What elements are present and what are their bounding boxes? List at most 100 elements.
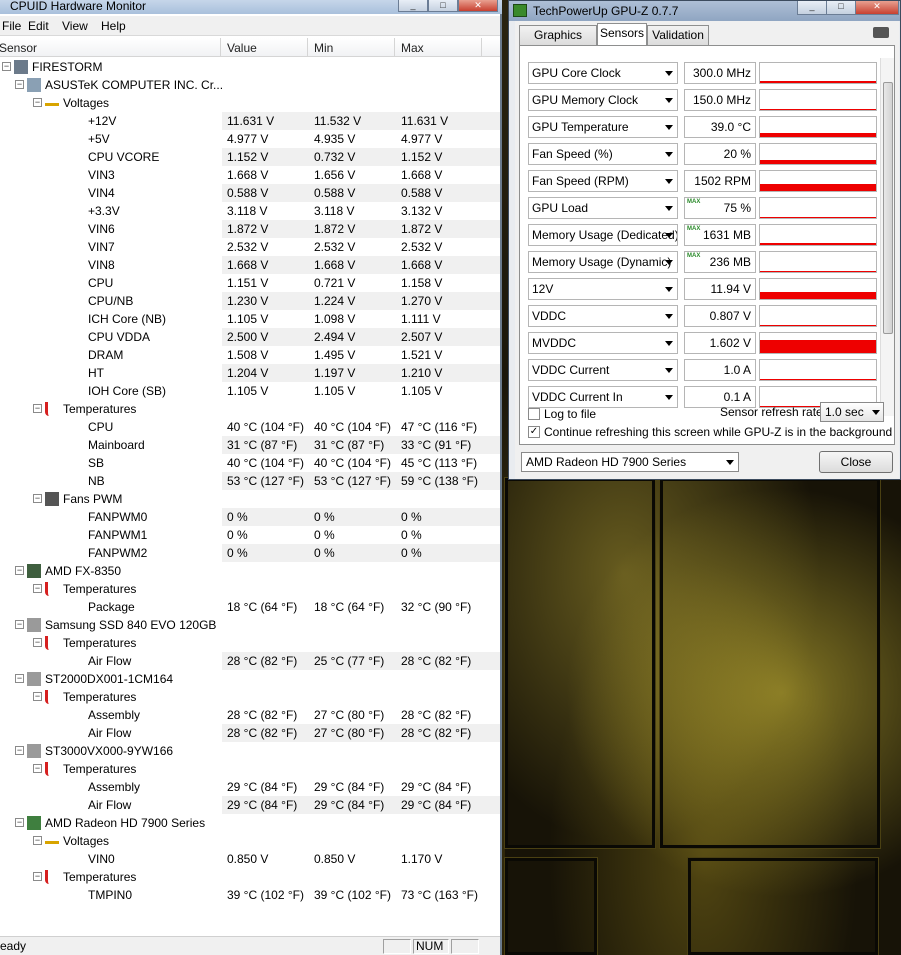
sensor-group-row[interactable]: − Temperatures xyxy=(0,400,500,418)
continue-refresh-checkbox[interactable]: ✓ xyxy=(528,426,540,438)
sensor-name-select[interactable]: Fan Speed (%) xyxy=(528,143,678,165)
sensor-row[interactable]: IOH Core (SB) 1.105 V 1.105 V 1.105 V xyxy=(0,382,500,400)
column-max[interactable]: Max xyxy=(401,41,424,55)
sensor-row[interactable]: DRAM 1.508 V 1.495 V 1.521 V xyxy=(0,346,500,364)
sensor-name-select[interactable]: 12V xyxy=(528,278,678,300)
menu-view[interactable]: View xyxy=(62,19,88,33)
sensor-name-select[interactable]: MVDDC xyxy=(528,332,678,354)
sensor-row[interactable]: Assembly 28 °C (82 °F) 27 °C (80 °F) 28 °C … xyxy=(0,706,500,724)
sensor-name-select[interactable]: Memory Usage (Dedicated) xyxy=(528,224,678,246)
sensor-row[interactable]: NB 53 °C (127 °F) 53 °C (127 °F) 59 °C (138… xyxy=(0,472,500,490)
gpuz-maximize-button[interactable]: □ xyxy=(826,1,856,15)
sensor-group-row[interactable]: − Voltages xyxy=(0,832,500,850)
collapse-toggle-icon[interactable]: − xyxy=(33,584,42,593)
sensor-row[interactable]: VIN8 1.668 V 1.668 V 1.668 V xyxy=(0,256,500,274)
tab-graphics-card[interactable]: Graphics Card xyxy=(519,25,597,60)
sensor-row[interactable]: +5V 4.977 V 4.935 V 4.977 V xyxy=(0,130,500,148)
collapse-toggle-icon[interactable]: − xyxy=(15,80,24,89)
sensor-row[interactable]: +12V 11.631 V 11.532 V 11.631 V xyxy=(0,112,500,130)
sensor-group-row[interactable]: − Temperatures xyxy=(0,634,500,652)
collapse-toggle-icon[interactable]: − xyxy=(33,404,42,413)
tab-validation[interactable]: Validation xyxy=(647,25,709,45)
sensor-name-select[interactable]: GPU Memory Clock xyxy=(528,89,678,111)
sensor-row[interactable]: Mainboard 31 °C (87 °F) 31 °C (87 °F) 33 °C… xyxy=(0,436,500,454)
collapse-toggle-icon[interactable]: − xyxy=(33,872,42,881)
menu-edit[interactable]: Edit xyxy=(28,19,49,33)
gpuz-close-icon[interactable]: ✕ xyxy=(855,1,899,15)
sensor-row[interactable]: Air Flow 28 °C (82 °F) 27 °C (80 °F) 28 °C … xyxy=(0,724,500,742)
collapse-toggle-icon[interactable]: − xyxy=(15,674,24,683)
sensor-name-select[interactable]: Fan Speed (RPM) xyxy=(528,170,678,192)
sensor-row[interactable]: VIN4 0.588 V 0.588 V 0.588 V xyxy=(0,184,500,202)
sensor-row[interactable]: TMPIN0 39 °C (102 °F) 39 °C (102 °F) 73 °C … xyxy=(0,886,500,904)
sensor-row[interactable]: FANPWM0 0 % 0 % 0 % xyxy=(0,508,500,526)
close-button[interactable]: Close xyxy=(819,451,893,473)
gpuz-minimize-button[interactable]: _ xyxy=(797,1,827,15)
sensor-row[interactable]: CPU 1.151 V 0.721 V 1.158 V xyxy=(0,274,500,292)
collapse-toggle-icon[interactable]: − xyxy=(33,638,42,647)
sensor-row[interactable]: VIN6 1.872 V 1.872 V 1.872 V xyxy=(0,220,500,238)
sensor-row[interactable]: SB 40 °C (104 °F) 40 °C (104 °F) 45 °C (113… xyxy=(0,454,500,472)
refresh-rate-select[interactable]: 1.0 sec xyxy=(820,402,884,422)
scrollbar-thumb[interactable] xyxy=(883,82,893,334)
sensor-tree[interactable]: − FIRESTORM − ASUSTeK COMPUTER INC. Cr... − V… xyxy=(0,58,500,908)
sensor-name-select[interactable]: Memory Usage (Dynamic) xyxy=(528,251,678,273)
collapse-toggle-icon[interactable]: − xyxy=(33,692,42,701)
camera-icon[interactable] xyxy=(873,27,889,38)
log-to-file-checkbox[interactable] xyxy=(528,408,540,420)
sensor-scrollbar[interactable] xyxy=(880,58,894,416)
collapse-toggle-icon[interactable]: − xyxy=(15,746,24,755)
collapse-toggle-icon[interactable]: − xyxy=(33,494,42,503)
sensor-name-select[interactable]: GPU Load xyxy=(528,197,678,219)
sensor-row[interactable]: VIN7 2.532 V 2.532 V 2.532 V xyxy=(0,238,500,256)
sensor-name-select[interactable]: VDDC Current In xyxy=(528,386,678,408)
sensor-group-row[interactable]: − Temperatures xyxy=(0,688,500,706)
device-row[interactable]: − Samsung SSD 840 EVO 120GB xyxy=(0,616,500,634)
sensor-group-row[interactable]: − Temperatures xyxy=(0,580,500,598)
sensor-row[interactable]: ICH Core (NB) 1.105 V 1.098 V 1.111 V xyxy=(0,310,500,328)
sensor-row[interactable]: Air Flow 28 °C (82 °F) 25 °C (77 °F) 28 °C … xyxy=(0,652,500,670)
sensor-row[interactable]: FANPWM1 0 % 0 % 0 % xyxy=(0,526,500,544)
sensor-group-row[interactable]: − Temperatures xyxy=(0,760,500,778)
close-button[interactable]: ✕ xyxy=(458,0,498,12)
sensor-row[interactable]: CPU VCORE 1.152 V 0.732 V 1.152 V xyxy=(0,148,500,166)
sensor-row[interactable]: CPU 40 °C (104 °F) 40 °C (104 °F) 47 °C (11… xyxy=(0,418,500,436)
column-min[interactable]: Min xyxy=(314,41,333,55)
sensor-name-select[interactable]: GPU Temperature xyxy=(528,116,678,138)
maximize-button[interactable]: □ xyxy=(428,0,458,12)
sensor-row[interactable]: VIN3 1.668 V 1.656 V 1.668 V xyxy=(0,166,500,184)
collapse-toggle-icon[interactable]: − xyxy=(15,566,24,575)
sensor-row[interactable]: Assembly 29 °C (84 °F) 29 °C (84 °F) 29 °C … xyxy=(0,778,500,796)
collapse-toggle-icon[interactable]: − xyxy=(33,98,42,107)
menu-file[interactable]: File xyxy=(2,19,21,33)
collapse-toggle-icon[interactable]: − xyxy=(33,836,42,845)
tab-sensors[interactable]: Sensors xyxy=(597,23,647,46)
sensor-group-row[interactable]: − Fans PWM xyxy=(0,490,500,508)
minimize-button[interactable]: _ xyxy=(398,0,428,12)
device-row[interactable]: − AMD FX-8350 xyxy=(0,562,500,580)
collapse-toggle-icon[interactable]: − xyxy=(33,764,42,773)
column-value[interactable]: Value xyxy=(227,41,257,55)
device-row[interactable]: − ASUSTeK COMPUTER INC. Cr... xyxy=(0,76,500,94)
sensor-row[interactable]: VIN0 0.850 V 0.850 V 1.170 V xyxy=(0,850,500,868)
sensor-row[interactable]: +3.3V 3.118 V 3.118 V 3.132 V xyxy=(0,202,500,220)
sensor-group-row[interactable]: − Temperatures xyxy=(0,868,500,886)
device-row[interactable]: − ST3000VX000-9YW166 xyxy=(0,742,500,760)
sensor-row[interactable]: HT 1.204 V 1.197 V 1.210 V xyxy=(0,364,500,382)
gpu-select[interactable]: AMD Radeon HD 7900 Series xyxy=(521,452,739,472)
gpuz-title-bar[interactable]: TechPowerUp GPU-Z 0.7.7 _ □ ✕ xyxy=(509,1,900,21)
sensor-name-select[interactable]: GPU Core Clock xyxy=(528,62,678,84)
sensor-group-row[interactable]: − Voltages xyxy=(0,94,500,112)
sensor-row[interactable]: Package 18 °C (64 °F) 18 °C (64 °F) 32 °C (… xyxy=(0,598,500,616)
sensor-name-select[interactable]: VDDC xyxy=(528,305,678,327)
sensor-row[interactable]: CPU VDDA 2.500 V 2.494 V 2.507 V xyxy=(0,328,500,346)
collapse-toggle-icon[interactable]: − xyxy=(15,620,24,629)
collapse-toggle-icon[interactable]: − xyxy=(2,62,11,71)
column-sensor[interactable]: Sensor xyxy=(0,41,37,55)
collapse-toggle-icon[interactable]: − xyxy=(15,818,24,827)
sensor-row[interactable]: CPU/NB 1.230 V 1.224 V 1.270 V xyxy=(0,292,500,310)
sensor-row[interactable]: Air Flow 29 °C (84 °F) 29 °C (84 °F) 29 °C … xyxy=(0,796,500,814)
device-row[interactable]: − ST2000DX001-1CM164 xyxy=(0,670,500,688)
menu-help[interactable]: Help xyxy=(101,19,126,33)
sensor-row[interactable]: FANPWM2 0 % 0 % 0 % xyxy=(0,544,500,562)
